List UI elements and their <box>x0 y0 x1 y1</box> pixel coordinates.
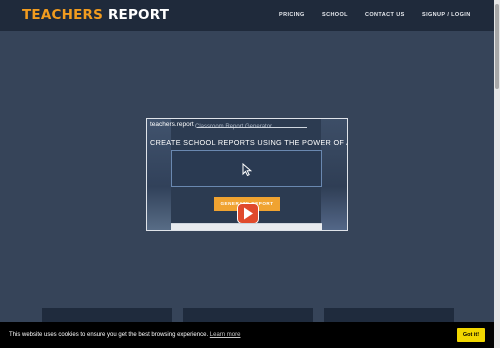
play-button[interactable] <box>237 203 259 224</box>
page-scrollbar[interactable] <box>494 0 500 348</box>
nav-school[interactable]: SCHOOL <box>322 12 348 19</box>
play-icon <box>244 207 253 220</box>
nav-contact-us[interactable]: CONTACT US <box>365 12 405 19</box>
nav-pricing[interactable]: PRICING <box>279 12 305 19</box>
logo-teachers: TEACHERS <box>22 7 104 23</box>
video-headline: CREATE SCHOOL REPORTS USING THE POWER OF… <box>150 138 348 147</box>
video-title-divider <box>197 127 307 128</box>
logo-report: REPORT <box>107 7 170 23</box>
video-background-right <box>321 119 347 230</box>
video-title: teachers.report <box>150 121 194 128</box>
video-background-left <box>147 119 171 230</box>
learn-more-link[interactable]: Learn more <box>210 332 241 338</box>
cookie-accept-button[interactable]: Got it! <box>457 328 485 342</box>
site-logo[interactable]: TEACHERS REPORT <box>22 7 169 23</box>
demo-video-player[interactable]: Classroom Report Generator teachers.repo… <box>146 118 348 231</box>
nav-signup-login[interactable]: SIGNUP / LOGIN <box>422 12 471 19</box>
cookie-text: This website uses cookies to ensure you … <box>9 332 209 338</box>
video-textbox <box>171 150 322 187</box>
cookie-banner: This website uses cookies to ensure you … <box>0 322 494 348</box>
top-navbar: TEACHERS REPORT PRICING SCHOOL CONTACT U… <box>0 0 494 31</box>
scrollbar-thumb[interactable] <box>495 4 499 89</box>
cookie-message: This website uses cookies to ensure you … <box>9 331 240 339</box>
cursor-icon <box>242 163 253 177</box>
video-toolbar-strip <box>171 223 322 230</box>
